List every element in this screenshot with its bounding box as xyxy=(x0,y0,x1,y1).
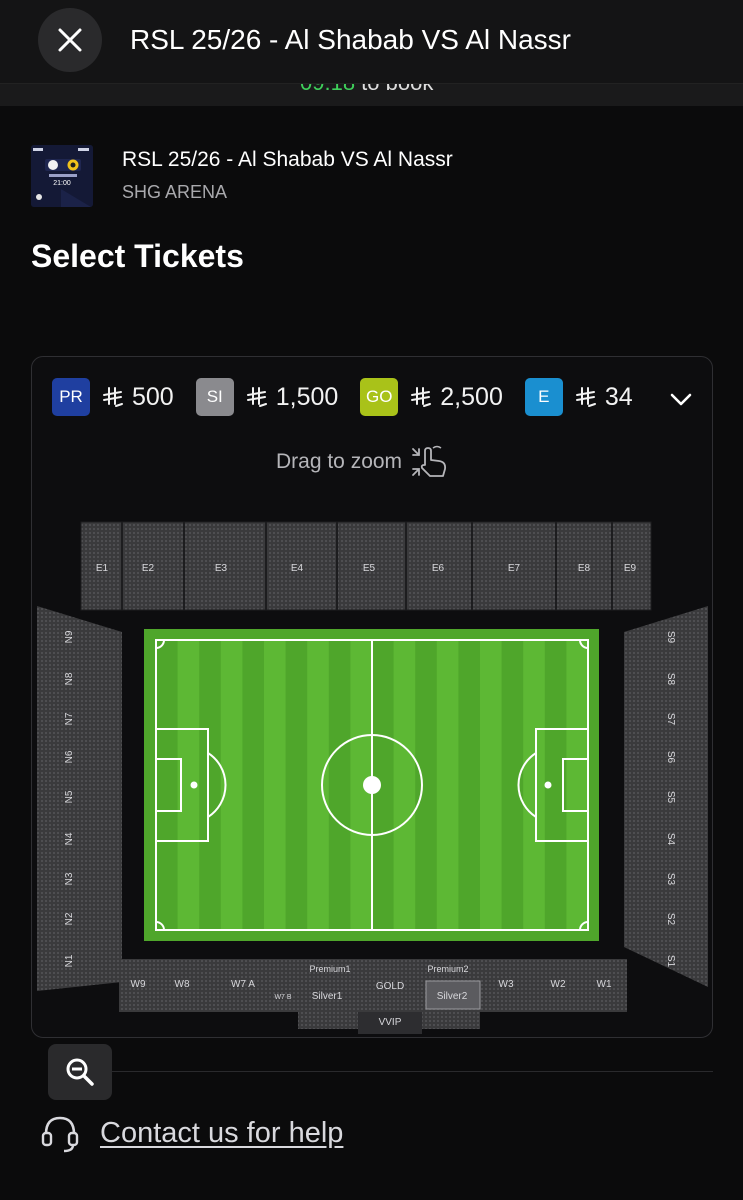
section-label[interactable]: S8 xyxy=(665,673,676,686)
section-label[interactable]: W1 xyxy=(597,979,612,990)
timer-suffix: to book xyxy=(355,84,433,95)
pinch-gesture-icon xyxy=(412,445,447,477)
chevron-down-icon[interactable] xyxy=(668,386,694,412)
contact-help-link[interactable]: Contact us for help xyxy=(100,1117,343,1150)
riyal-currency-icon xyxy=(575,387,596,407)
section-label[interactable]: E6 xyxy=(432,563,445,574)
legend-price: 500 xyxy=(102,383,174,412)
legend-price-value: 1,500 xyxy=(275,382,339,411)
west-stand xyxy=(119,959,627,1034)
section-label[interactable]: Premium1 xyxy=(309,964,350,974)
section-label[interactable]: N3 xyxy=(64,872,75,885)
legend-item-si[interactable]: SI 1,500 xyxy=(195,378,339,416)
section-label[interactable]: Silver1 xyxy=(312,991,343,1002)
riyal-currency-icon xyxy=(411,387,432,407)
section-label[interactable]: VVIP xyxy=(379,1017,402,1028)
legend-item-pr[interactable]: PR 500 xyxy=(52,378,174,416)
riyal-currency-icon xyxy=(246,387,267,407)
help-section: Contact us for help xyxy=(40,1112,343,1154)
top-bar: RSL 25/26 - Al Shabab VS Al Nassr xyxy=(0,0,743,84)
legend-price-value: 2,500 xyxy=(440,382,503,411)
section-label[interactable]: E7 xyxy=(508,563,521,574)
event-venue: SHG ARENA xyxy=(122,182,228,202)
legend-price: 34 xyxy=(575,383,633,412)
price-category-badge: GO xyxy=(360,378,399,416)
section-label[interactable]: W8 xyxy=(175,979,190,990)
section-label[interactable]: S4 xyxy=(665,833,676,846)
price-category-badge: SI xyxy=(195,378,234,416)
section-label[interactable]: S9 xyxy=(665,631,676,644)
drag-to-zoom-hint: Drag to zoom xyxy=(276,445,450,479)
zoom-out-icon xyxy=(66,1058,94,1086)
section-label[interactable]: E8 xyxy=(578,563,591,574)
price-category-badge: PR xyxy=(52,378,90,416)
section-label[interactable]: N1 xyxy=(64,954,75,967)
section-label[interactable]: S6 xyxy=(665,751,676,764)
legend-price: 2,500 xyxy=(410,383,503,412)
event-title: RSL 25/26 - Al Shabab VS Al Nassr xyxy=(122,148,453,171)
section-label[interactable]: E5 xyxy=(363,563,376,574)
stadium-map[interactable]: E1 E2 E3 E4 E5 E6 E7 E8 E9 N9 N8 N7 N6 N5 N4 N3 N2 N1 S9 S8… xyxy=(32,507,713,1037)
thumb-time: 21:00 xyxy=(53,180,71,187)
section-label[interactable]: E9 xyxy=(624,563,637,574)
section-label[interactable]: N2 xyxy=(64,912,75,925)
north-stand xyxy=(37,606,122,991)
section-label[interactable]: W2 xyxy=(551,979,566,990)
section-label[interactable]: S5 xyxy=(665,791,676,804)
riyal-currency-icon xyxy=(103,387,123,407)
section-label[interactable]: S7 xyxy=(665,713,676,726)
drag-hint-label: Drag to zoom xyxy=(276,450,403,473)
page-title: RSL 25/26 - Al Shabab VS Al Nassr xyxy=(130,24,571,55)
section-label[interactable]: S2 xyxy=(665,913,676,926)
section-label[interactable]: W7 A xyxy=(231,979,255,990)
legend-price-value: 500 xyxy=(132,382,174,411)
section-label[interactable]: E3 xyxy=(215,563,228,574)
legend-price: 1,500 xyxy=(246,382,339,412)
divider xyxy=(112,1071,713,1072)
section-label[interactable]: S1 xyxy=(665,955,676,968)
section-label[interactable]: N6 xyxy=(64,750,75,763)
section-label[interactable]: Premium2 xyxy=(427,964,468,974)
close-icon xyxy=(58,28,82,52)
zoom-out-button[interactable] xyxy=(48,1044,112,1100)
section-label[interactable]: S3 xyxy=(665,873,676,886)
legend-price-value: 34 xyxy=(604,382,633,411)
select-tickets-heading: Select Tickets xyxy=(31,238,244,274)
seat-map-card: PR 500 SI 1,500 GO 2,500 E 34 Drag to zoom xyxy=(31,356,713,1038)
booking-timer: 09:18 to book xyxy=(300,84,433,96)
section-label[interactable]: N4 xyxy=(64,832,75,845)
section-label[interactable]: GOLD xyxy=(376,981,404,992)
close-button[interactable] xyxy=(38,8,102,72)
price-category-badge: E xyxy=(524,378,563,416)
section-label[interactable]: W3 xyxy=(499,979,514,990)
section-label[interactable]: E4 xyxy=(291,563,304,574)
price-legend: PR 500 SI 1,500 GO 2,500 E 34 xyxy=(52,378,655,416)
event-thumbnail: 21:00 xyxy=(31,145,93,207)
section-label[interactable]: N8 xyxy=(64,672,75,685)
booking-timer-banner: 09:18 to book xyxy=(0,84,743,106)
section-label[interactable]: E1 xyxy=(96,563,109,574)
headset-icon xyxy=(41,1116,79,1153)
section-label[interactable]: E2 xyxy=(142,563,155,574)
legend-item-e[interactable]: E 34 xyxy=(524,378,633,416)
section-label[interactable]: W9 xyxy=(131,979,146,990)
legend-item-go[interactable]: GO 2,500 xyxy=(360,378,503,416)
section-label[interactable]: Silver2 xyxy=(437,991,468,1002)
section-label[interactable]: W7 B xyxy=(274,994,291,1001)
section-label[interactable]: N7 xyxy=(64,712,75,725)
section-label[interactable]: N9 xyxy=(64,630,75,643)
football-pitch xyxy=(144,629,599,941)
section-label[interactable]: N5 xyxy=(64,790,75,803)
timer-value: 09:18 xyxy=(300,84,355,95)
